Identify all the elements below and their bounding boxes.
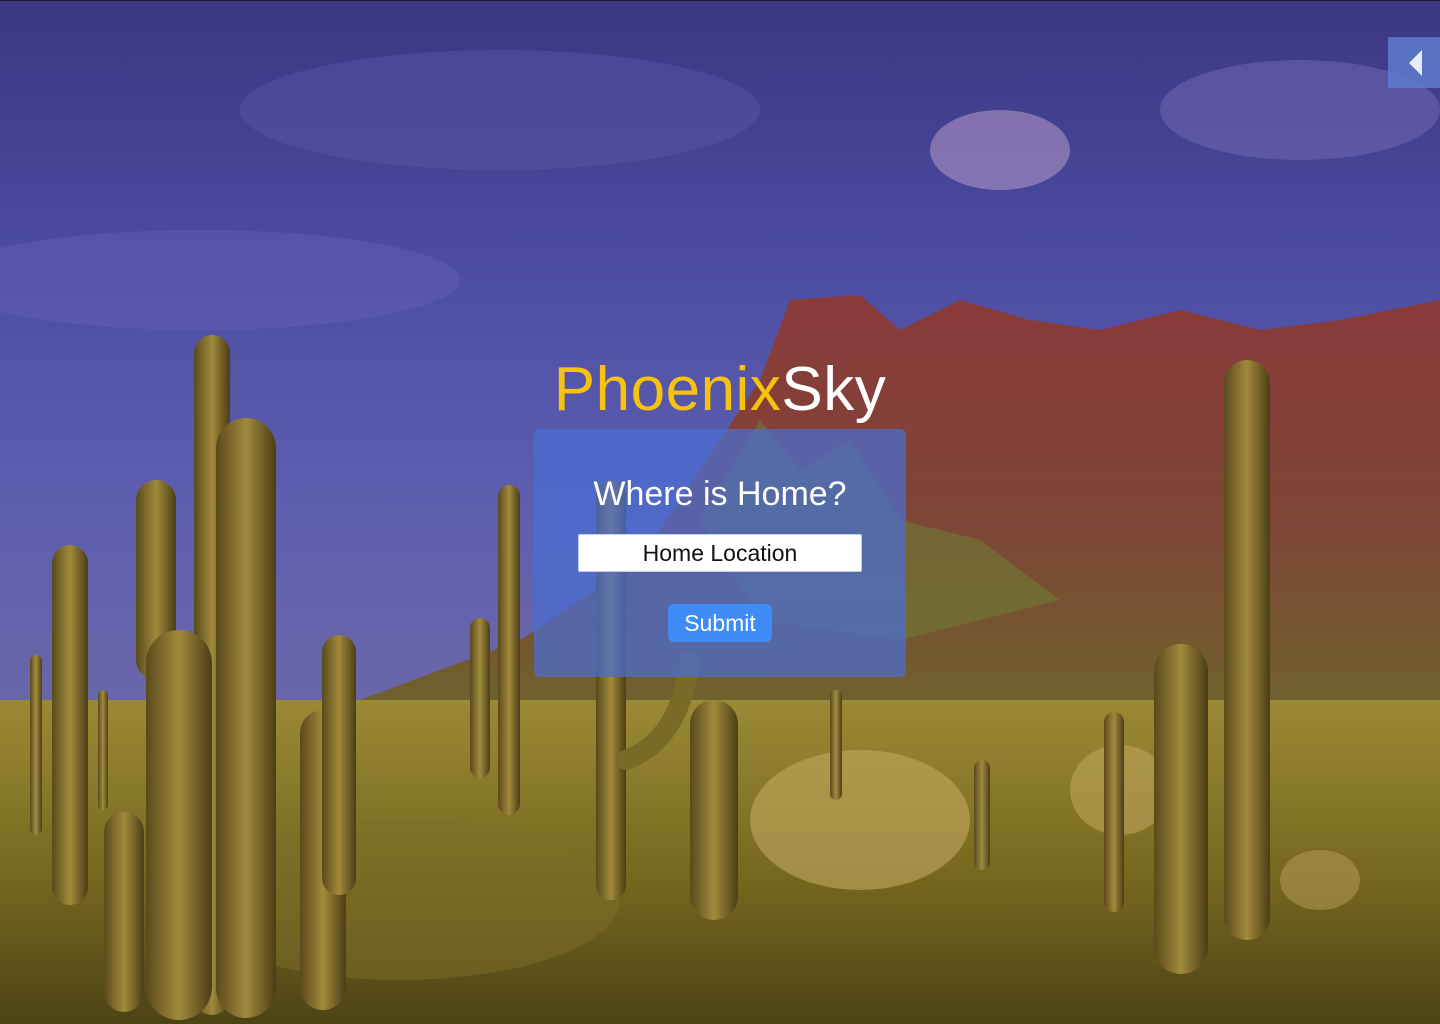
home-location-panel: Where is Home? Submit [534, 429, 906, 677]
brand-title-sky: Sky [781, 355, 887, 424]
panel-heading: Where is Home? [593, 475, 847, 513]
brand-title-phoenix: Phoenix [553, 355, 782, 424]
home-location-input[interactable] [578, 534, 862, 572]
top-border [0, 0, 1440, 1]
submit-button[interactable]: Submit [668, 604, 772, 642]
collapse-sidebar-button[interactable] [1388, 37, 1440, 88]
caret-left-icon [1408, 49, 1422, 76]
brand-title: PhoenixSky [0, 352, 1440, 428]
app-root: PhoenixSky Where is Home? Submit [0, 0, 1440, 1024]
